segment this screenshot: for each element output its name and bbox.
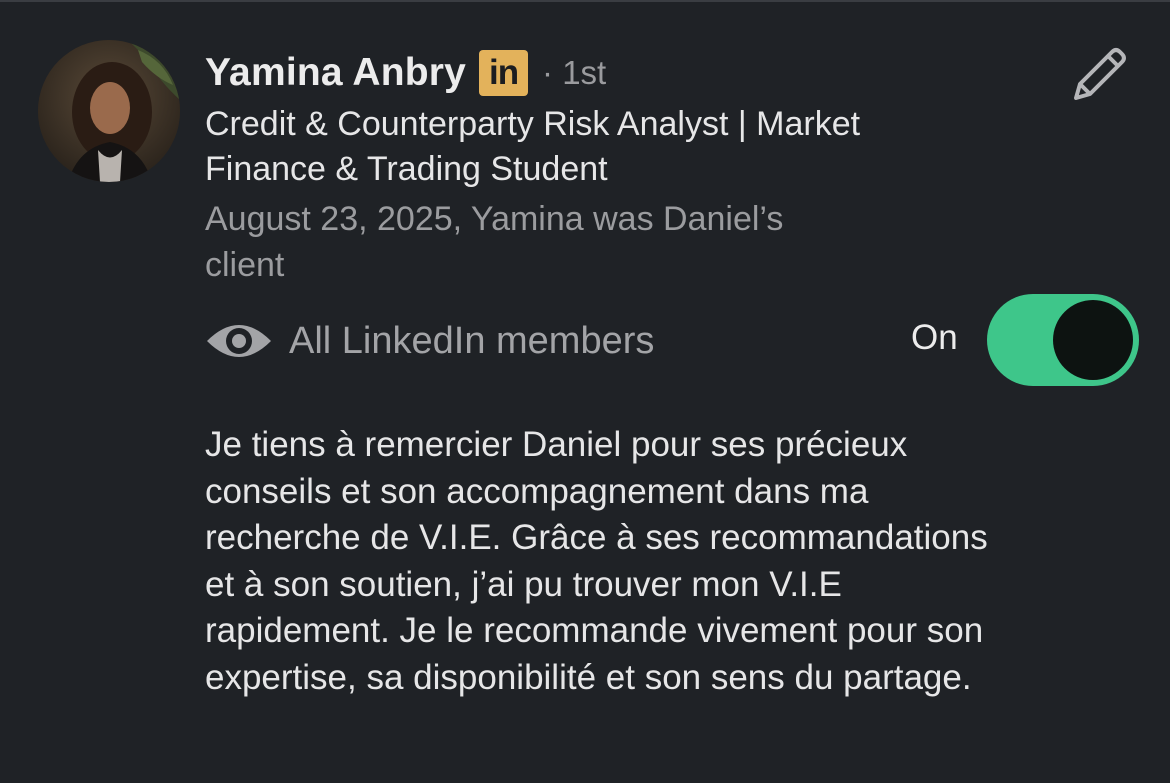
linkedin-badge-icon: in bbox=[479, 50, 529, 96]
member-name[interactable]: Yamina Anbry bbox=[205, 51, 466, 95]
profile-photo bbox=[38, 40, 180, 182]
name-row: Yamina Anbry in · 1st bbox=[205, 48, 606, 98]
member-headline: Credit & Counterparty Risk Analyst | Mar… bbox=[205, 105, 861, 188]
top-divider bbox=[0, 0, 1170, 2]
toggle-knob bbox=[1053, 300, 1133, 380]
pencil-icon bbox=[1074, 48, 1126, 100]
visibility-toggle[interactable] bbox=[987, 294, 1139, 386]
avatar[interactable] bbox=[38, 40, 180, 182]
recommendation-text: Je tiens à remercier Daniel pour ses pré… bbox=[205, 425, 988, 697]
edit-button[interactable] bbox=[1062, 40, 1134, 112]
visibility-label: All LinkedIn members bbox=[289, 319, 655, 362]
toggle-state-label: On bbox=[911, 318, 958, 357]
connection-degree: · 1st bbox=[542, 54, 607, 91]
eye-icon bbox=[207, 325, 271, 357]
relationship-note: August 23, 2025, Yamina was Daniel’s cli… bbox=[205, 200, 784, 284]
visibility-setting: All LinkedIn members bbox=[205, 314, 654, 368]
